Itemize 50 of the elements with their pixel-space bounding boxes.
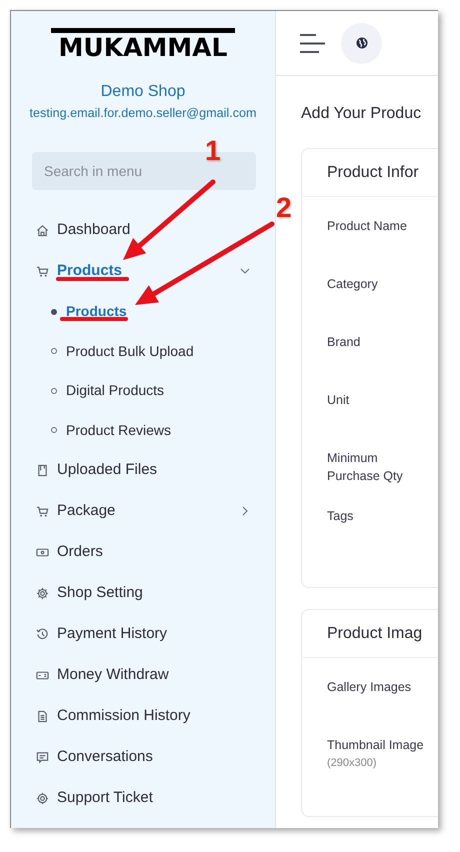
menu-item[interactable]: Payment History (11, 614, 275, 655)
menu-item[interactable]: Dashboard (11, 210, 275, 251)
menu-item[interactable]: Shop Setting (11, 572, 275, 614)
cart-icon (36, 504, 49, 518)
underline-mark (60, 317, 128, 321)
logo: MUKAMMAL (51, 28, 235, 63)
menu-item[interactable]: Conversations (11, 736, 275, 778)
file-icon (36, 464, 49, 477)
menu-item[interactable]: Uploaded Files (11, 450, 275, 491)
submenu-item[interactable]: Products (11, 292, 275, 332)
language-button[interactable] (341, 22, 382, 64)
annotation-number: 2 (276, 194, 292, 222)
page-title: Add Your Produc (301, 104, 422, 124)
menu-item[interactable]: Commission History (11, 696, 275, 737)
globe-icon (356, 37, 368, 49)
shop-name: Demo Shop (100, 82, 186, 102)
card-title: Product Imag (327, 624, 422, 644)
bullet-icon (51, 348, 57, 354)
menu-item[interactable]: Products (11, 250, 275, 292)
card-icon (36, 546, 49, 559)
clock-icon (36, 628, 49, 641)
field-label: Tags (327, 509, 354, 523)
gear-icon (36, 586, 49, 600)
field-label: Thumbnail Image (327, 738, 424, 752)
field-label: Category (327, 277, 378, 291)
home-icon (36, 224, 49, 237)
gear-icon (36, 792, 49, 805)
menu-item[interactable]: Package (11, 490, 275, 532)
size-hint: (290x300) (327, 756, 378, 771)
field-label: Gallery Images (327, 680, 412, 694)
chat-icon (36, 750, 49, 764)
menu-item[interactable]: Support Ticket (11, 778, 275, 819)
submenu-item[interactable]: Product Bulk Upload (11, 331, 275, 371)
field-label: Product Name (327, 219, 407, 233)
banknote-icon (36, 668, 49, 682)
seller-email: testing.email.for.demo.seller@gmail.com (28, 105, 258, 122)
submenu-item[interactable]: Digital Products (11, 370, 275, 410)
bullet-icon (51, 427, 57, 434)
submenu-item[interactable]: Product Reviews (11, 410, 275, 450)
card-title: Product Infor (327, 162, 419, 182)
field-label: Unit (327, 393, 350, 407)
field-label: Minimum Purchase Qty (327, 451, 403, 483)
bullet-icon (51, 388, 57, 394)
bullet-icon (51, 308, 57, 315)
cart-icon (36, 264, 49, 278)
field-label: Brand (327, 335, 360, 349)
document-icon (36, 710, 49, 723)
menu-item[interactable]: Money Withdraw (11, 654, 275, 696)
menu-item[interactable]: Orders (11, 532, 275, 573)
menu-icon[interactable] (300, 34, 325, 52)
